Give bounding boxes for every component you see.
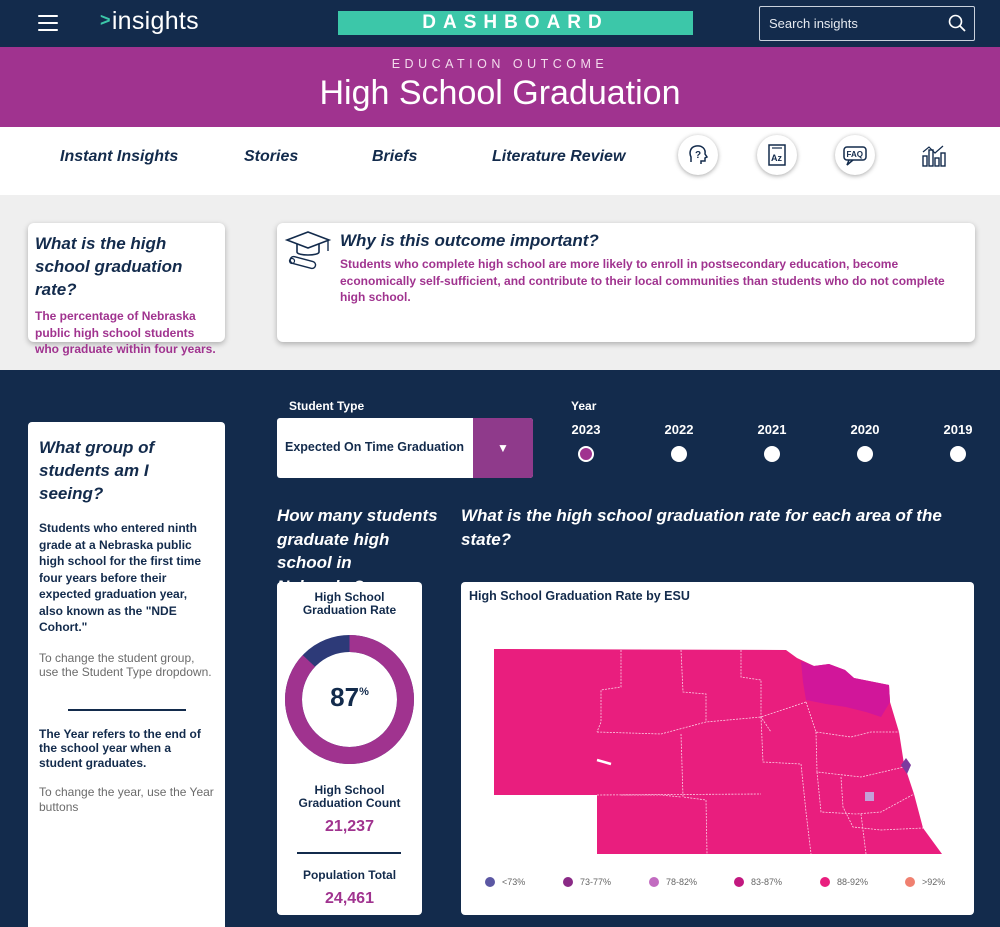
population-value: 24,461 xyxy=(325,890,374,907)
map-question: What is the high school graduation rate … xyxy=(461,506,942,549)
student-type-dropdown[interactable]: Expected On Time Graduation ▼ xyxy=(277,418,533,478)
legend-item[interactable]: <73% xyxy=(485,876,525,888)
count-value: 21,237 xyxy=(325,818,374,835)
student-group-title: What group of students am I seeing? xyxy=(39,438,155,503)
legend-item[interactable]: 88-92% xyxy=(820,876,868,888)
svg-text:FAQ: FAQ xyxy=(847,150,863,159)
svg-text:Az: Az xyxy=(771,153,782,163)
kpi-divider xyxy=(297,852,401,854)
page-title: High School Graduation xyxy=(319,74,681,112)
year-2019-label[interactable]: 2019 xyxy=(938,422,978,437)
bar-chart-icon[interactable] xyxy=(921,144,947,168)
legend-item[interactable]: 78-82% xyxy=(649,876,697,888)
legend-swatch xyxy=(734,877,744,887)
legend-item[interactable]: 83-87% xyxy=(734,876,782,888)
year-2022-label[interactable]: 2022 xyxy=(659,422,699,437)
graduation-cap-icon xyxy=(284,231,332,270)
year-2022-radio[interactable] xyxy=(671,446,687,462)
legend-item[interactable]: >92% xyxy=(905,876,945,888)
question-head-icon: ? xyxy=(689,145,709,164)
svg-text:?: ? xyxy=(695,150,701,161)
esu-map-card: High School Graduation Rate by ESU <73% … xyxy=(461,582,974,915)
importance-title: Why is this outcome important? xyxy=(340,231,599,250)
info-band: What is the high school graduation rate?… xyxy=(0,195,1000,370)
year-2021-radio[interactable] xyxy=(764,446,780,462)
rate-readout: 87% xyxy=(277,682,422,713)
search-box[interactable] xyxy=(759,6,975,41)
divider xyxy=(67,708,186,711)
student-group-card: What group of students am I seeing? Stud… xyxy=(28,422,225,927)
student-type-hint: To change the student group, use the Stu… xyxy=(39,650,212,680)
top-bar: >insights DASHBOARD xyxy=(0,0,1000,47)
faq-button[interactable]: FAQ xyxy=(835,135,875,175)
legend-swatch xyxy=(905,877,915,887)
menu-icon[interactable] xyxy=(38,15,58,31)
year-2020-radio[interactable] xyxy=(857,446,873,462)
importance-card: Why is this outcome important? Students … xyxy=(277,223,975,342)
dashboard-section: What group of students am I seeing? Stud… xyxy=(0,370,1000,927)
legend-swatch xyxy=(820,877,830,887)
year-label: Year xyxy=(571,399,597,413)
year-2020-label[interactable]: 2020 xyxy=(845,422,885,437)
faq-icon: FAQ xyxy=(843,146,867,166)
glossary-az-icon: Az xyxy=(768,144,786,166)
student-group-desc: Students who entered ninth grade at a Ne… xyxy=(39,521,202,634)
year-2021-label[interactable]: 2021 xyxy=(752,422,792,437)
esu-region-lincoln[interactable] xyxy=(865,792,874,801)
importance-body: Students who complete high school are mo… xyxy=(340,257,945,304)
student-type-label: Student Type xyxy=(289,399,365,413)
year-2023-label[interactable]: 2023 xyxy=(566,422,606,437)
year-2023-radio[interactable] xyxy=(578,446,594,462)
glossary-button[interactable]: Az xyxy=(757,135,797,175)
rate-title: High School Graduation Rate xyxy=(302,590,397,617)
count-title: High School Graduation Count xyxy=(298,783,401,810)
definition-card: What is the high school graduation rate?… xyxy=(28,223,225,356)
page-hero: EDUCATION OUTCOME High School Graduation xyxy=(0,47,1000,127)
search-input[interactable] xyxy=(760,7,940,40)
legend-swatch xyxy=(563,877,573,887)
search-icon[interactable] xyxy=(948,14,966,32)
definition-body: The percentage of Nebraska public high s… xyxy=(35,309,216,356)
rate-value: 87 xyxy=(330,682,360,712)
page-kicker: EDUCATION OUTCOME xyxy=(391,57,609,71)
legend-swatch xyxy=(649,877,659,887)
student-type-value: Expected On Time Graduation xyxy=(285,440,464,454)
nav-briefs[interactable]: Briefs xyxy=(372,148,417,166)
rate-unit: % xyxy=(359,686,369,698)
nebraska-esu-map[interactable] xyxy=(461,582,974,915)
legend-item[interactable]: 73-77% xyxy=(563,876,611,888)
help-button[interactable]: ? xyxy=(678,135,718,175)
year-desc: The Year refers to the end of the school… xyxy=(39,726,201,770)
dashboard-banner: DASHBOARD xyxy=(338,11,693,35)
definition-title: What is the high school graduation rate? xyxy=(35,234,183,299)
nav-instant-insights[interactable]: Instant Insights xyxy=(60,148,178,166)
nav-stories[interactable]: Stories xyxy=(244,148,298,166)
nebraska-state-shape[interactable] xyxy=(494,649,942,854)
population-title: Population Total xyxy=(302,868,397,882)
nav-literature-review[interactable]: Literature Review xyxy=(492,148,625,166)
section-nav: Instant Insights Stories Briefs Literatu… xyxy=(0,127,1000,195)
caret-down-icon[interactable]: ▼ xyxy=(473,418,533,478)
legend-swatch xyxy=(485,877,495,887)
year-hint: To change the year, use the Year buttons xyxy=(39,785,214,814)
graduation-kpi-card: High School Graduation Rate 87% High Sch… xyxy=(277,582,422,915)
insights-logo[interactable]: >insights xyxy=(100,7,199,36)
year-2019-radio[interactable] xyxy=(950,446,966,462)
